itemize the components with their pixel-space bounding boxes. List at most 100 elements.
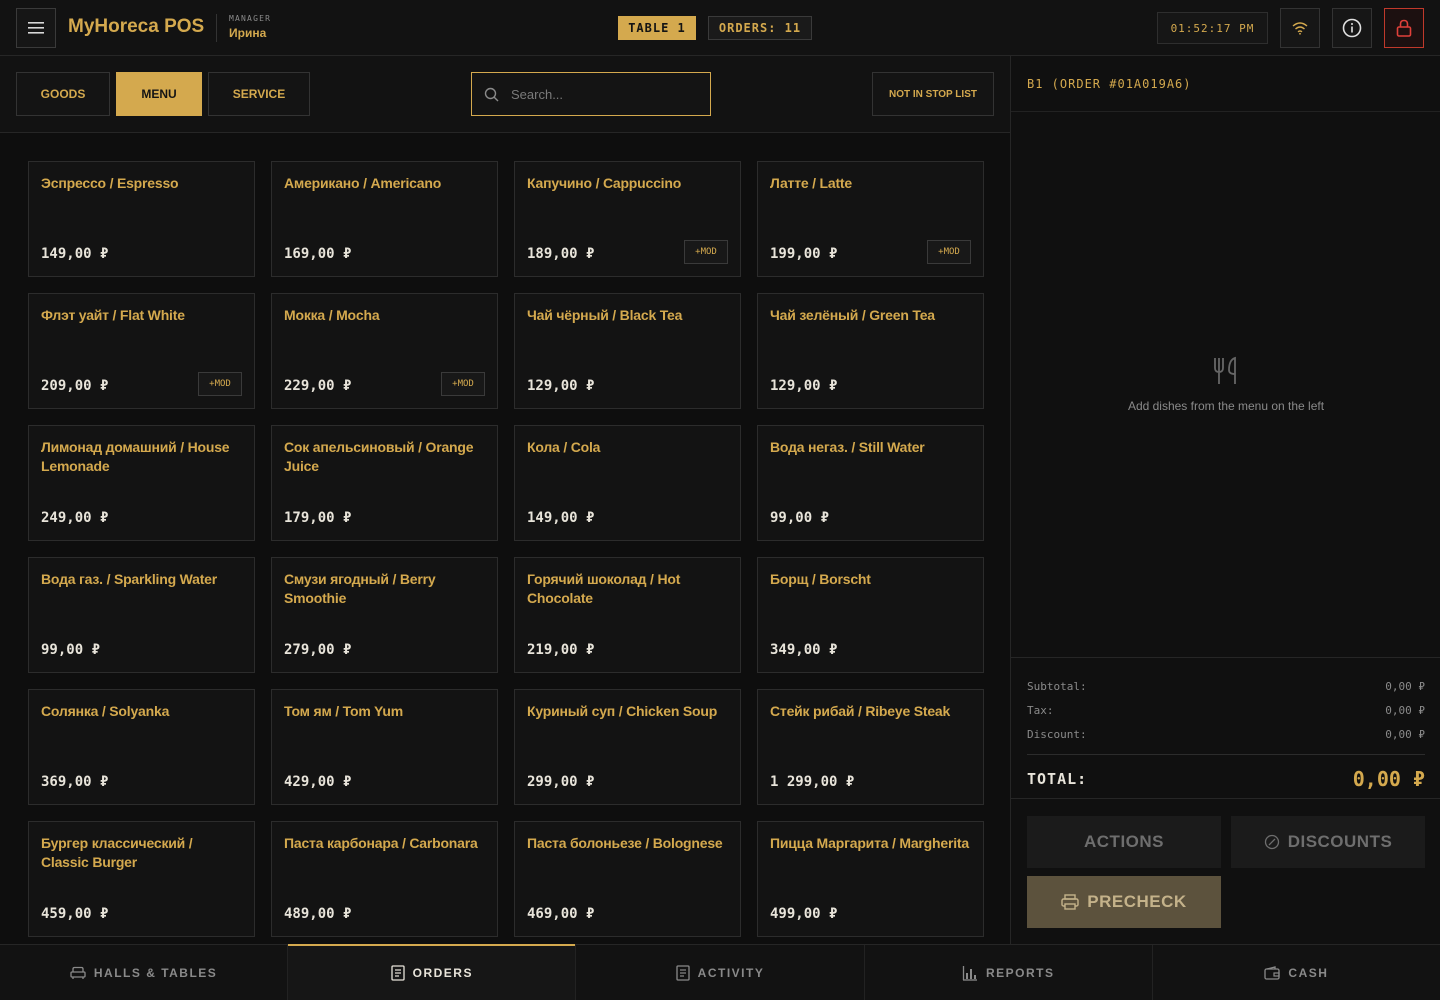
nav-tab-label: ORDERS bbox=[412, 965, 473, 980]
menu-item-card[interactable]: Паста болоньезе / Bolognese 469,00 ₽ bbox=[514, 821, 741, 937]
menu-item-card[interactable]: Смузи ягодный / Berry Smoothie 279,00 ₽ bbox=[271, 557, 498, 673]
menu-item-card[interactable]: Латте / Latte 199,00 ₽ +MOD bbox=[757, 161, 984, 277]
discount-row: Discount: 0,00 ₽ bbox=[1027, 722, 1425, 746]
menu-item-card[interactable]: Вода газ. / Sparkling Water 99,00 ₽ bbox=[28, 557, 255, 673]
modifier-button[interactable]: +MOD bbox=[441, 372, 485, 396]
menu-item-card[interactable]: Кола / Cola 149,00 ₽ bbox=[514, 425, 741, 541]
empty-order-text: Add dishes from the menu on the left bbox=[1127, 399, 1325, 413]
wifi-icon bbox=[1292, 22, 1308, 35]
menu-item-name: Мокка / Mocha bbox=[284, 307, 380, 323]
menu-item-card[interactable]: Флэт уайт / Flat White 209,00 ₽ +MOD bbox=[28, 293, 255, 409]
menu-item-name: Борщ / Borscht bbox=[770, 571, 871, 587]
category-service-button[interactable]: SERVICE bbox=[208, 72, 310, 116]
hamburger-icon bbox=[28, 22, 44, 34]
menu-item-card[interactable]: Куриный суп / Chicken Soup 299,00 ₽ bbox=[514, 689, 741, 805]
menu-item-card[interactable]: Эспрессо / Espresso 149,00 ₽ bbox=[28, 161, 255, 277]
category-menu-button[interactable]: MENU bbox=[116, 72, 202, 116]
menu-item-card[interactable]: Вода негаз. / Still Water 99,00 ₽ bbox=[757, 425, 984, 541]
menu-item-price: 189,00 ₽ bbox=[527, 246, 595, 262]
menu-item-name: Смузи ягодный / Berry Smoothie bbox=[284, 571, 436, 606]
modifier-button[interactable]: +MOD bbox=[927, 240, 971, 264]
discount-label: Discount: bbox=[1027, 727, 1087, 741]
divider bbox=[1027, 754, 1425, 755]
menu-item-price: 169,00 ₽ bbox=[284, 246, 352, 262]
table-badge[interactable]: TABLE 1 bbox=[618, 16, 696, 40]
menu-item-card[interactable]: Капучино / Cappuccino 189,00 ₽ +MOD bbox=[514, 161, 741, 277]
menu-item-price: 429,00 ₽ bbox=[284, 774, 352, 790]
menu-item-name: Пицца Маргарита / Margherita bbox=[770, 835, 969, 851]
info-icon bbox=[1342, 18, 1362, 38]
menu-item-price: 299,00 ₽ bbox=[527, 774, 595, 790]
orders-count-badge[interactable]: ORDERS: 11 bbox=[708, 16, 812, 40]
menu-item-card[interactable]: Чай чёрный / Black Tea 129,00 ₽ bbox=[514, 293, 741, 409]
stop-list-filter-button[interactable]: NOT IN STOP LIST bbox=[872, 72, 994, 116]
menu-item-price: 129,00 ₽ bbox=[527, 378, 595, 394]
lock-button[interactable] bbox=[1384, 8, 1424, 48]
search-box[interactable] bbox=[471, 72, 711, 116]
category-goods-button[interactable]: GOODS bbox=[16, 72, 110, 116]
menu-item-price: 459,00 ₽ bbox=[41, 906, 109, 922]
menu-item-card[interactable]: Солянка / Solyanka 369,00 ₽ bbox=[28, 689, 255, 805]
nav-tab-cash[interactable]: CASH bbox=[1153, 945, 1440, 1000]
actions-label: ACTIONS bbox=[1084, 832, 1164, 851]
search-input[interactable] bbox=[511, 86, 691, 102]
menu-item-price: 229,00 ₽ bbox=[284, 378, 352, 394]
menu-item-card[interactable]: Лимонад домашний / House Lemonade 249,00 … bbox=[28, 425, 255, 541]
discounts-button[interactable]: DISCOUNTS bbox=[1231, 816, 1425, 868]
tax-value: 0,00 ₽ bbox=[1385, 703, 1425, 717]
menu-item-card[interactable]: Паста карбонара / Carbonara 489,00 ₽ bbox=[271, 821, 498, 937]
menu-item-price: 199,00 ₽ bbox=[770, 246, 838, 262]
menu-item-price: 149,00 ₽ bbox=[41, 246, 109, 262]
nav-tab-orders[interactable]: ORDERS bbox=[288, 944, 577, 1000]
menu-item-price: 369,00 ₽ bbox=[41, 774, 109, 790]
menu-item-price: 489,00 ₽ bbox=[284, 906, 352, 922]
menu-item-card[interactable]: Бургер классический / Classic Burger 459,… bbox=[28, 821, 255, 937]
search-icon bbox=[484, 87, 499, 101]
nav-tab-activity[interactable]: ACTIVITY bbox=[576, 945, 865, 1000]
nav-tab-label: REPORTS bbox=[985, 965, 1055, 980]
menu-item-name: Бургер классический / Classic Burger bbox=[41, 835, 193, 870]
nav-tab-label: CASH bbox=[1288, 965, 1329, 980]
menu-item-name: Чай зелёный / Green Tea bbox=[770, 307, 935, 323]
empty-order-state: Add dishes from the menu on the left bbox=[1011, 356, 1440, 413]
total-label: TOTAL: bbox=[1027, 770, 1088, 788]
menu-item-name: Эспрессо / Espresso bbox=[41, 175, 179, 191]
menu-item-name: Солянка / Solyanka bbox=[41, 703, 170, 719]
menu-item-card[interactable]: Горячий шоколад / Hot Chocolate 219,00 ₽ bbox=[514, 557, 741, 673]
modifier-button[interactable]: +MOD bbox=[198, 372, 242, 396]
actions-button[interactable]: ACTIONS bbox=[1027, 816, 1221, 868]
nav-tab-label: ACTIVITY bbox=[697, 965, 765, 980]
order-totals: Subtotal: 0,00 ₽ Tax: 0,00 ₽ Discount: 0,00… bbox=[1011, 657, 1440, 799]
menu-item-card[interactable]: Американо / Americano 169,00 ₽ bbox=[271, 161, 498, 277]
wifi-button[interactable] bbox=[1280, 8, 1320, 48]
menu-item-card[interactable]: Сок апельсиновый / Orange Juice 179,00 ₽ bbox=[271, 425, 498, 541]
app-title: MyHoreca POS bbox=[68, 16, 205, 37]
discount-value: 0,00 ₽ bbox=[1385, 727, 1425, 741]
menu-item-card[interactable]: Стейк рибай / Ribeye Steak 1 299,00 ₽ bbox=[757, 689, 984, 805]
hamburger-menu-button[interactable] bbox=[16, 8, 56, 48]
bar-chart-icon bbox=[962, 965, 977, 981]
user-role: MANAGER bbox=[229, 14, 272, 23]
menu-item-name: Кола / Cola bbox=[527, 439, 601, 455]
bottom-navigation: HALLS & TABLES ORDERS ACTIVITY REPORTS C… bbox=[0, 944, 1440, 1000]
menu-item-name: Горячий шоколад / Hot Chocolate bbox=[527, 571, 681, 606]
menu-item-name: Паста карбонара / Carbonara bbox=[284, 835, 478, 851]
discounts-label: DISCOUNTS bbox=[1287, 832, 1393, 851]
precheck-button[interactable]: PRECHECK bbox=[1027, 876, 1221, 928]
subtotal-label: Subtotal: bbox=[1027, 679, 1087, 693]
menu-item-name: Сок апельсиновый / Orange Juice bbox=[284, 439, 474, 474]
divider bbox=[216, 14, 217, 42]
menu-item-card[interactable]: Чай зелёный / Green Tea 129,00 ₽ bbox=[757, 293, 984, 409]
menu-item-price: 499,00 ₽ bbox=[770, 906, 838, 922]
nav-tab-halls-tables[interactable]: HALLS & TABLES bbox=[0, 945, 289, 1000]
menu-item-card[interactable]: Мокка / Mocha 229,00 ₽ +MOD bbox=[271, 293, 498, 409]
menu-item-name: Стейк рибай / Ribeye Steak bbox=[770, 703, 951, 719]
info-button[interactable] bbox=[1332, 8, 1372, 48]
menu-item-card[interactable]: Пицца Маргарита / Margherita 499,00 ₽ bbox=[757, 821, 984, 937]
menu-item-card[interactable]: Борщ / Borscht 349,00 ₽ bbox=[757, 557, 984, 673]
menu-item-price: 209,00 ₽ bbox=[41, 378, 109, 394]
discount-icon bbox=[1264, 834, 1279, 850]
nav-tab-reports[interactable]: REPORTS bbox=[865, 945, 1153, 1000]
modifier-button[interactable]: +MOD bbox=[684, 240, 728, 264]
menu-item-card[interactable]: Том ям / Tom Yum 429,00 ₽ bbox=[271, 689, 498, 805]
